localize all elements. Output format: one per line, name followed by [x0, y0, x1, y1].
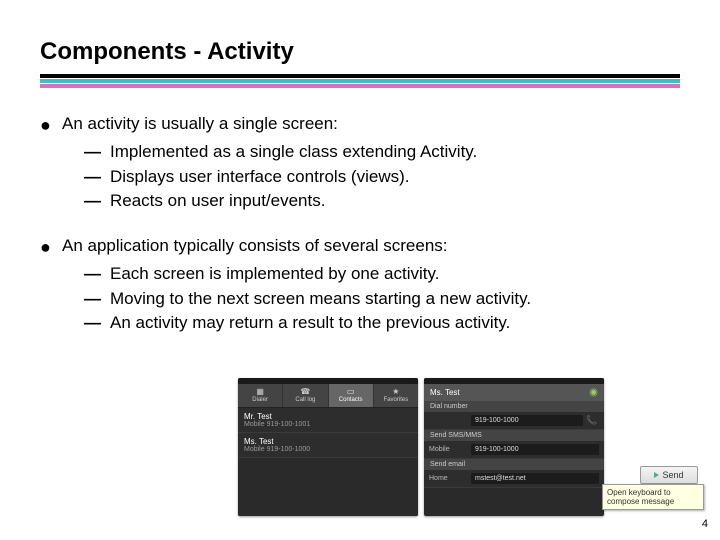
section-email: Send email — [424, 459, 604, 470]
bullet-2: ● An application typically consists of s… — [40, 234, 680, 260]
page-number: 4 — [702, 518, 708, 530]
bullet-1-text: An activity is usually a single screen: — [62, 112, 338, 138]
contact-row-1[interactable]: Mr. Test Mobile 919-100-1001 — [238, 408, 418, 433]
section-sms: Send SMS/MMS — [424, 430, 604, 441]
dialer-icon: ▦ — [238, 388, 282, 396]
section-dial: Dial number — [424, 401, 604, 412]
send-icon — [654, 472, 659, 478]
body-content: ● An activity is usually a single screen… — [40, 112, 680, 336]
mobile-row[interactable]: Mobile 919-100-1000 — [424, 441, 604, 459]
bullet-2-text: An application typically consists of sev… — [62, 234, 448, 260]
phone-mockups: ▦Dialer ☎Call log ▭Contacts ★Favorites M… — [238, 378, 604, 516]
tab-bar: ▦Dialer ☎Call log ▭Contacts ★Favorites — [238, 384, 418, 408]
favorites-icon: ★ — [374, 388, 418, 396]
tooltip: Open keyboard to compose message — [602, 484, 704, 510]
title-underline — [40, 74, 680, 88]
sub-2-3: —An activity may return a result to the … — [40, 311, 680, 336]
sub-1-2: —Displays user interface controls (views… — [40, 165, 680, 190]
slide-title: Components - Activity — [40, 38, 680, 72]
call-log-icon: ☎ — [283, 388, 327, 396]
send-button[interactable]: Send — [640, 466, 698, 484]
email-row[interactable]: Home mstest@test.net — [424, 470, 604, 488]
tab-call-log[interactable]: ☎Call log — [283, 384, 328, 407]
contacts-icon: ▭ — [329, 388, 373, 396]
phone-contacts: ▦Dialer ☎Call log ▭Contacts ★Favorites M… — [238, 378, 418, 516]
sub-2-1: —Each screen is implemented by one activ… — [40, 262, 680, 287]
contact-row-2[interactable]: Ms. Test Mobile 919-100-1000 — [238, 433, 418, 458]
contact-header: Ms. Test ◉ — [424, 384, 604, 401]
android-icon: ◉ — [589, 387, 598, 398]
bullet-1: ● An activity is usually a single screen… — [40, 112, 680, 138]
sub-1-3: —Reacts on user input/events. — [40, 189, 680, 214]
tab-dialer[interactable]: ▦Dialer — [238, 384, 283, 407]
dial-row[interactable]: 919-100-1000 📞 — [424, 412, 604, 430]
sub-2-2: —Moving to the next screen means startin… — [40, 287, 680, 312]
tab-favorites[interactable]: ★Favorites — [374, 384, 418, 407]
call-icon[interactable]: 📞 — [585, 415, 599, 426]
tab-contacts[interactable]: ▭Contacts — [329, 384, 374, 407]
sub-1-1: —Implemented as a single class extending… — [40, 140, 680, 165]
phone-contact-detail: Ms. Test ◉ Dial number 919-100-1000 📞 Se… — [424, 378, 604, 516]
